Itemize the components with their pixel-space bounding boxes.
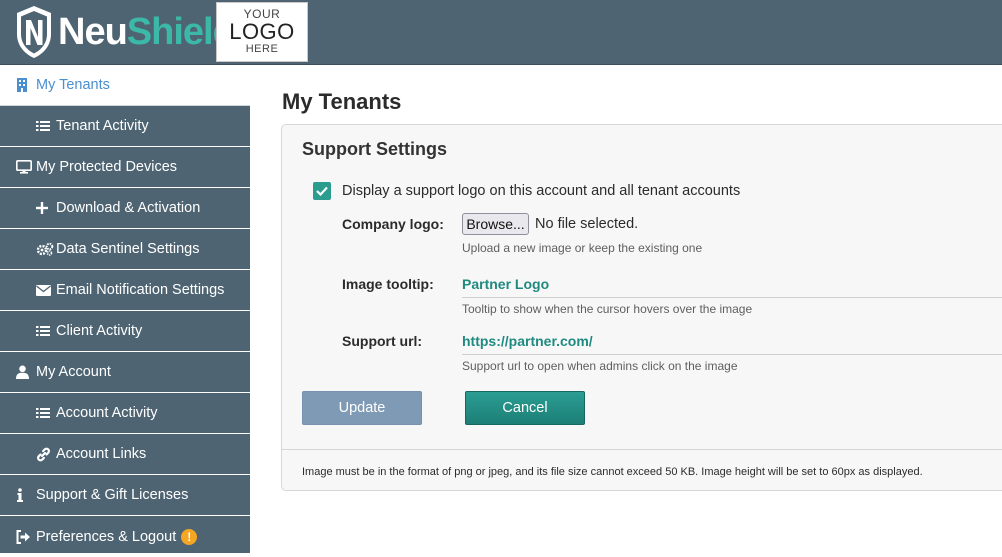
sidebar-item-account-links[interactable]: Account Links bbox=[0, 434, 250, 475]
top-header: NeuShield YOUR LOGO HERE bbox=[0, 0, 1002, 65]
link-icon bbox=[36, 447, 56, 462]
update-button[interactable]: Update bbox=[302, 391, 422, 425]
sidebar-item-download-activation[interactable]: Download & Activation bbox=[0, 188, 250, 229]
image-tooltip-hint: Tooltip to show when the cursor hovers o… bbox=[462, 302, 753, 316]
main-content: My Tenants Support Settings Display a su… bbox=[250, 65, 1002, 553]
support-settings-panel: Support Settings Display a support logo … bbox=[281, 124, 1002, 491]
sidebar-item-label: Download & Activation bbox=[56, 200, 201, 216]
sidebar-item-label: Support & Gift Licenses bbox=[36, 487, 189, 503]
support-url-label: Support url: bbox=[342, 333, 423, 349]
neushield-logo[interactable]: NeuShield bbox=[14, 2, 236, 62]
image-tooltip-label: Image tooltip: bbox=[342, 276, 434, 292]
sidebar-item-my-protected-devices[interactable]: My Protected Devices bbox=[0, 147, 250, 188]
support-logo-checkbox-row[interactable]: Display a support logo on this account a… bbox=[313, 182, 740, 200]
support-url-input[interactable]: https://partner.com/ bbox=[462, 333, 593, 349]
logo-line-2: LOGO bbox=[229, 19, 295, 44]
sidebar-item-my-tenants[interactable]: My Tenants bbox=[0, 65, 250, 106]
image-tooltip-underline bbox=[462, 297, 1002, 298]
support-logo-checkbox[interactable] bbox=[313, 182, 331, 200]
brand-neu: Neu bbox=[58, 11, 128, 53]
image-requirements-note: Image must be in the format of png or jp… bbox=[302, 466, 923, 478]
plus-icon bbox=[36, 202, 56, 214]
sidebar-item-my-account[interactable]: My Account bbox=[0, 352, 250, 393]
sidebar-item-label: Account Activity bbox=[56, 405, 158, 421]
support-url-underline bbox=[462, 354, 1002, 355]
sidebar-nav: My Tenants Tenant Activity My Protected … bbox=[0, 65, 250, 553]
info-icon bbox=[16, 488, 36, 502]
sidebar-item-client-activity[interactable]: Client Activity bbox=[0, 311, 250, 352]
sidebar-item-label: Account Links bbox=[56, 446, 147, 462]
image-tooltip-input[interactable]: Partner Logo bbox=[462, 276, 549, 292]
sidebar-item-data-sentinel-settings[interactable]: Data Sentinel Settings bbox=[0, 229, 250, 270]
panel-title: Support Settings bbox=[302, 139, 447, 159]
sidebar-item-label: Preferences & Logout bbox=[36, 528, 177, 545]
sidebar-item-email-notification-settings[interactable]: Email Notification Settings bbox=[0, 270, 250, 311]
sidebar-item-label: My Account bbox=[36, 364, 111, 380]
sidebar-item-preferences-logout[interactable]: Preferences & Logout ! bbox=[0, 516, 250, 557]
monitor-icon bbox=[16, 160, 36, 174]
list-icon bbox=[36, 120, 56, 132]
browse-button[interactable]: Browse... bbox=[462, 213, 529, 235]
alert-badge: ! bbox=[181, 528, 198, 545]
page-title: My Tenants bbox=[282, 89, 402, 114]
shield-logo-icon bbox=[17, 6, 51, 58]
user-icon bbox=[16, 365, 36, 379]
sidebar-item-label: My Protected Devices bbox=[36, 159, 178, 175]
support-url-hint: Support url to open when admins click on… bbox=[462, 359, 738, 373]
building-icon bbox=[16, 78, 36, 92]
list-icon bbox=[36, 407, 56, 419]
sidebar-item-label: My Tenants bbox=[36, 77, 110, 93]
sidebar-item-tenant-activity[interactable]: Tenant Activity bbox=[0, 106, 250, 147]
sidebar-item-account-activity[interactable]: Account Activity bbox=[0, 393, 250, 434]
list-icon bbox=[36, 325, 56, 337]
cancel-button[interactable]: Cancel bbox=[465, 391, 585, 425]
sidebar-item-label: Client Activity bbox=[56, 323, 143, 339]
brand-name: NeuShield bbox=[58, 11, 236, 53]
checkmark-icon bbox=[316, 186, 328, 196]
sidebar-item-label: Data Sentinel Settings bbox=[56, 241, 200, 257]
custom-logo-placeholder: YOUR LOGO HERE bbox=[216, 2, 308, 62]
sidebar-item-label: Email Notification Settings bbox=[56, 282, 225, 298]
company-logo-hint: Upload a new image or keep the existing … bbox=[462, 241, 703, 255]
gears-icon bbox=[36, 242, 56, 256]
company-logo-label: Company logo: bbox=[342, 216, 444, 232]
support-logo-checkbox-label: Display a support logo on this account a… bbox=[342, 183, 741, 199]
file-status-text: No file selected. bbox=[535, 216, 639, 232]
sign-out-icon bbox=[16, 529, 36, 544]
sidebar-item-support-gift-licenses[interactable]: Support & Gift Licenses bbox=[0, 475, 250, 516]
logo-line-3: HERE bbox=[245, 43, 279, 55]
sidebar-item-label: Tenant Activity bbox=[56, 118, 149, 134]
panel-divider bbox=[282, 449, 1002, 450]
envelope-icon bbox=[36, 284, 56, 296]
